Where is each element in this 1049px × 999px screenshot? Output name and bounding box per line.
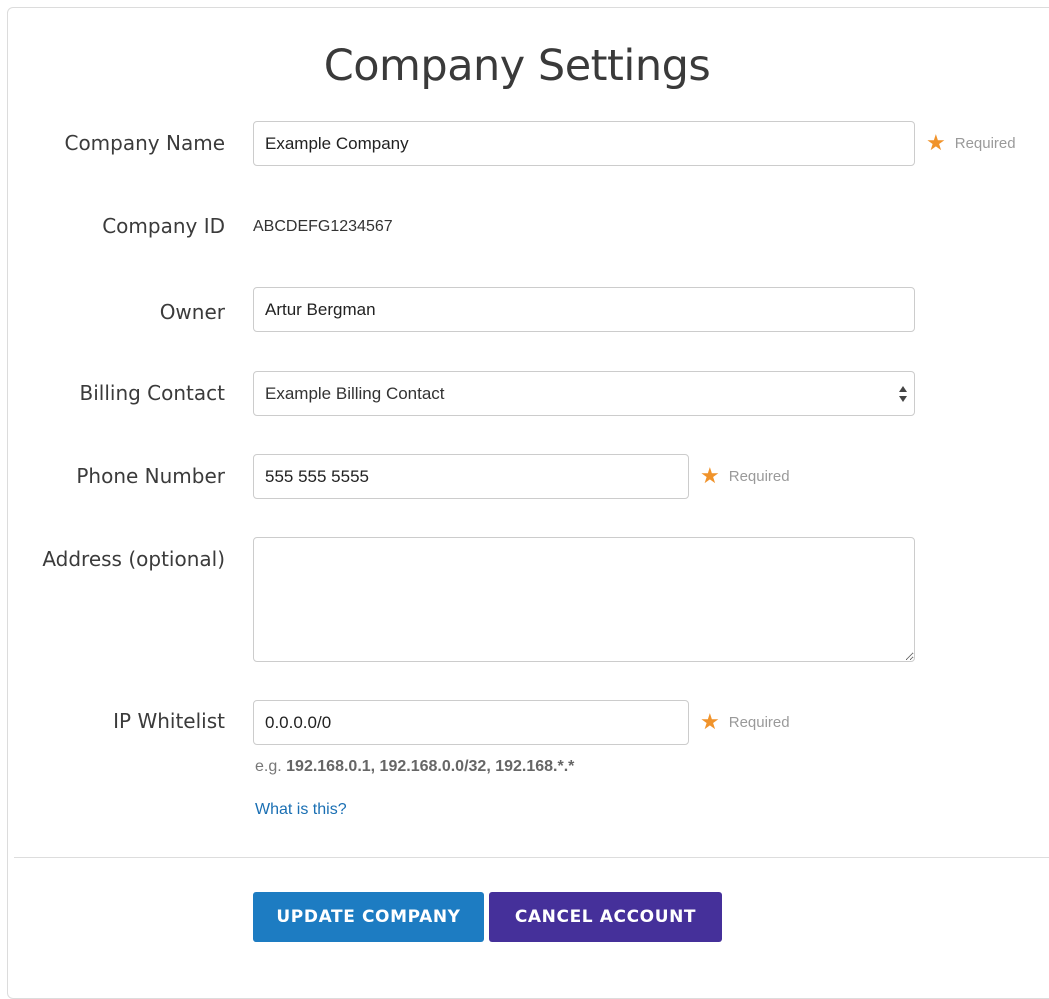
cancel-account-button[interactable]: CANCEL ACCOUNT — [489, 892, 722, 942]
company-name-label: Company Name — [64, 131, 225, 155]
required-text: Required — [728, 713, 790, 731]
star-icon: ★ — [926, 130, 946, 155]
address-textarea[interactable] — [253, 537, 915, 662]
company-name-input[interactable] — [253, 121, 915, 166]
required-text: Required — [728, 467, 790, 485]
ip-whitelist-input[interactable] — [253, 700, 689, 745]
hint-prefix: e.g. — [255, 758, 287, 775]
star-icon: ★ — [700, 709, 720, 734]
footer-divider — [14, 857, 1049, 858]
ip-whitelist-label: IP Whitelist — [113, 709, 225, 733]
ip-whitelist-required: ★ Required — [700, 710, 790, 734]
company-id-label: Company ID — [102, 214, 225, 238]
phone-number-label: Phone Number — [76, 464, 225, 488]
what-is-this-link[interactable]: What is this? — [255, 800, 347, 820]
updown-arrows-icon — [899, 386, 907, 402]
billing-contact-label: Billing Contact — [79, 381, 226, 405]
page-title: Company Settings — [323, 41, 711, 91]
billing-contact-selected: Example Billing Contact — [265, 384, 445, 403]
phone-number-input[interactable] — [253, 454, 689, 499]
owner-label: Owner — [159, 300, 225, 324]
company-name-required: ★ Required — [926, 131, 1016, 155]
update-company-button[interactable]: UPDATE COMPANY — [253, 892, 484, 942]
address-label: Address (optional) — [42, 547, 225, 571]
ip-whitelist-hint: e.g. 192.168.0.1, 192.168.0.0/32, 192.16… — [255, 757, 574, 777]
phone-number-required: ★ Required — [700, 464, 790, 488]
company-id-value: ABCDEFG1234567 — [253, 218, 393, 235]
star-icon: ★ — [700, 463, 720, 488]
required-text: Required — [954, 134, 1016, 152]
owner-input[interactable] — [253, 287, 915, 332]
billing-contact-select[interactable]: Example Billing Contact — [253, 371, 915, 416]
hint-examples: 192.168.0.1, 192.168.0.0/32, 192.168.*.* — [286, 758, 575, 775]
